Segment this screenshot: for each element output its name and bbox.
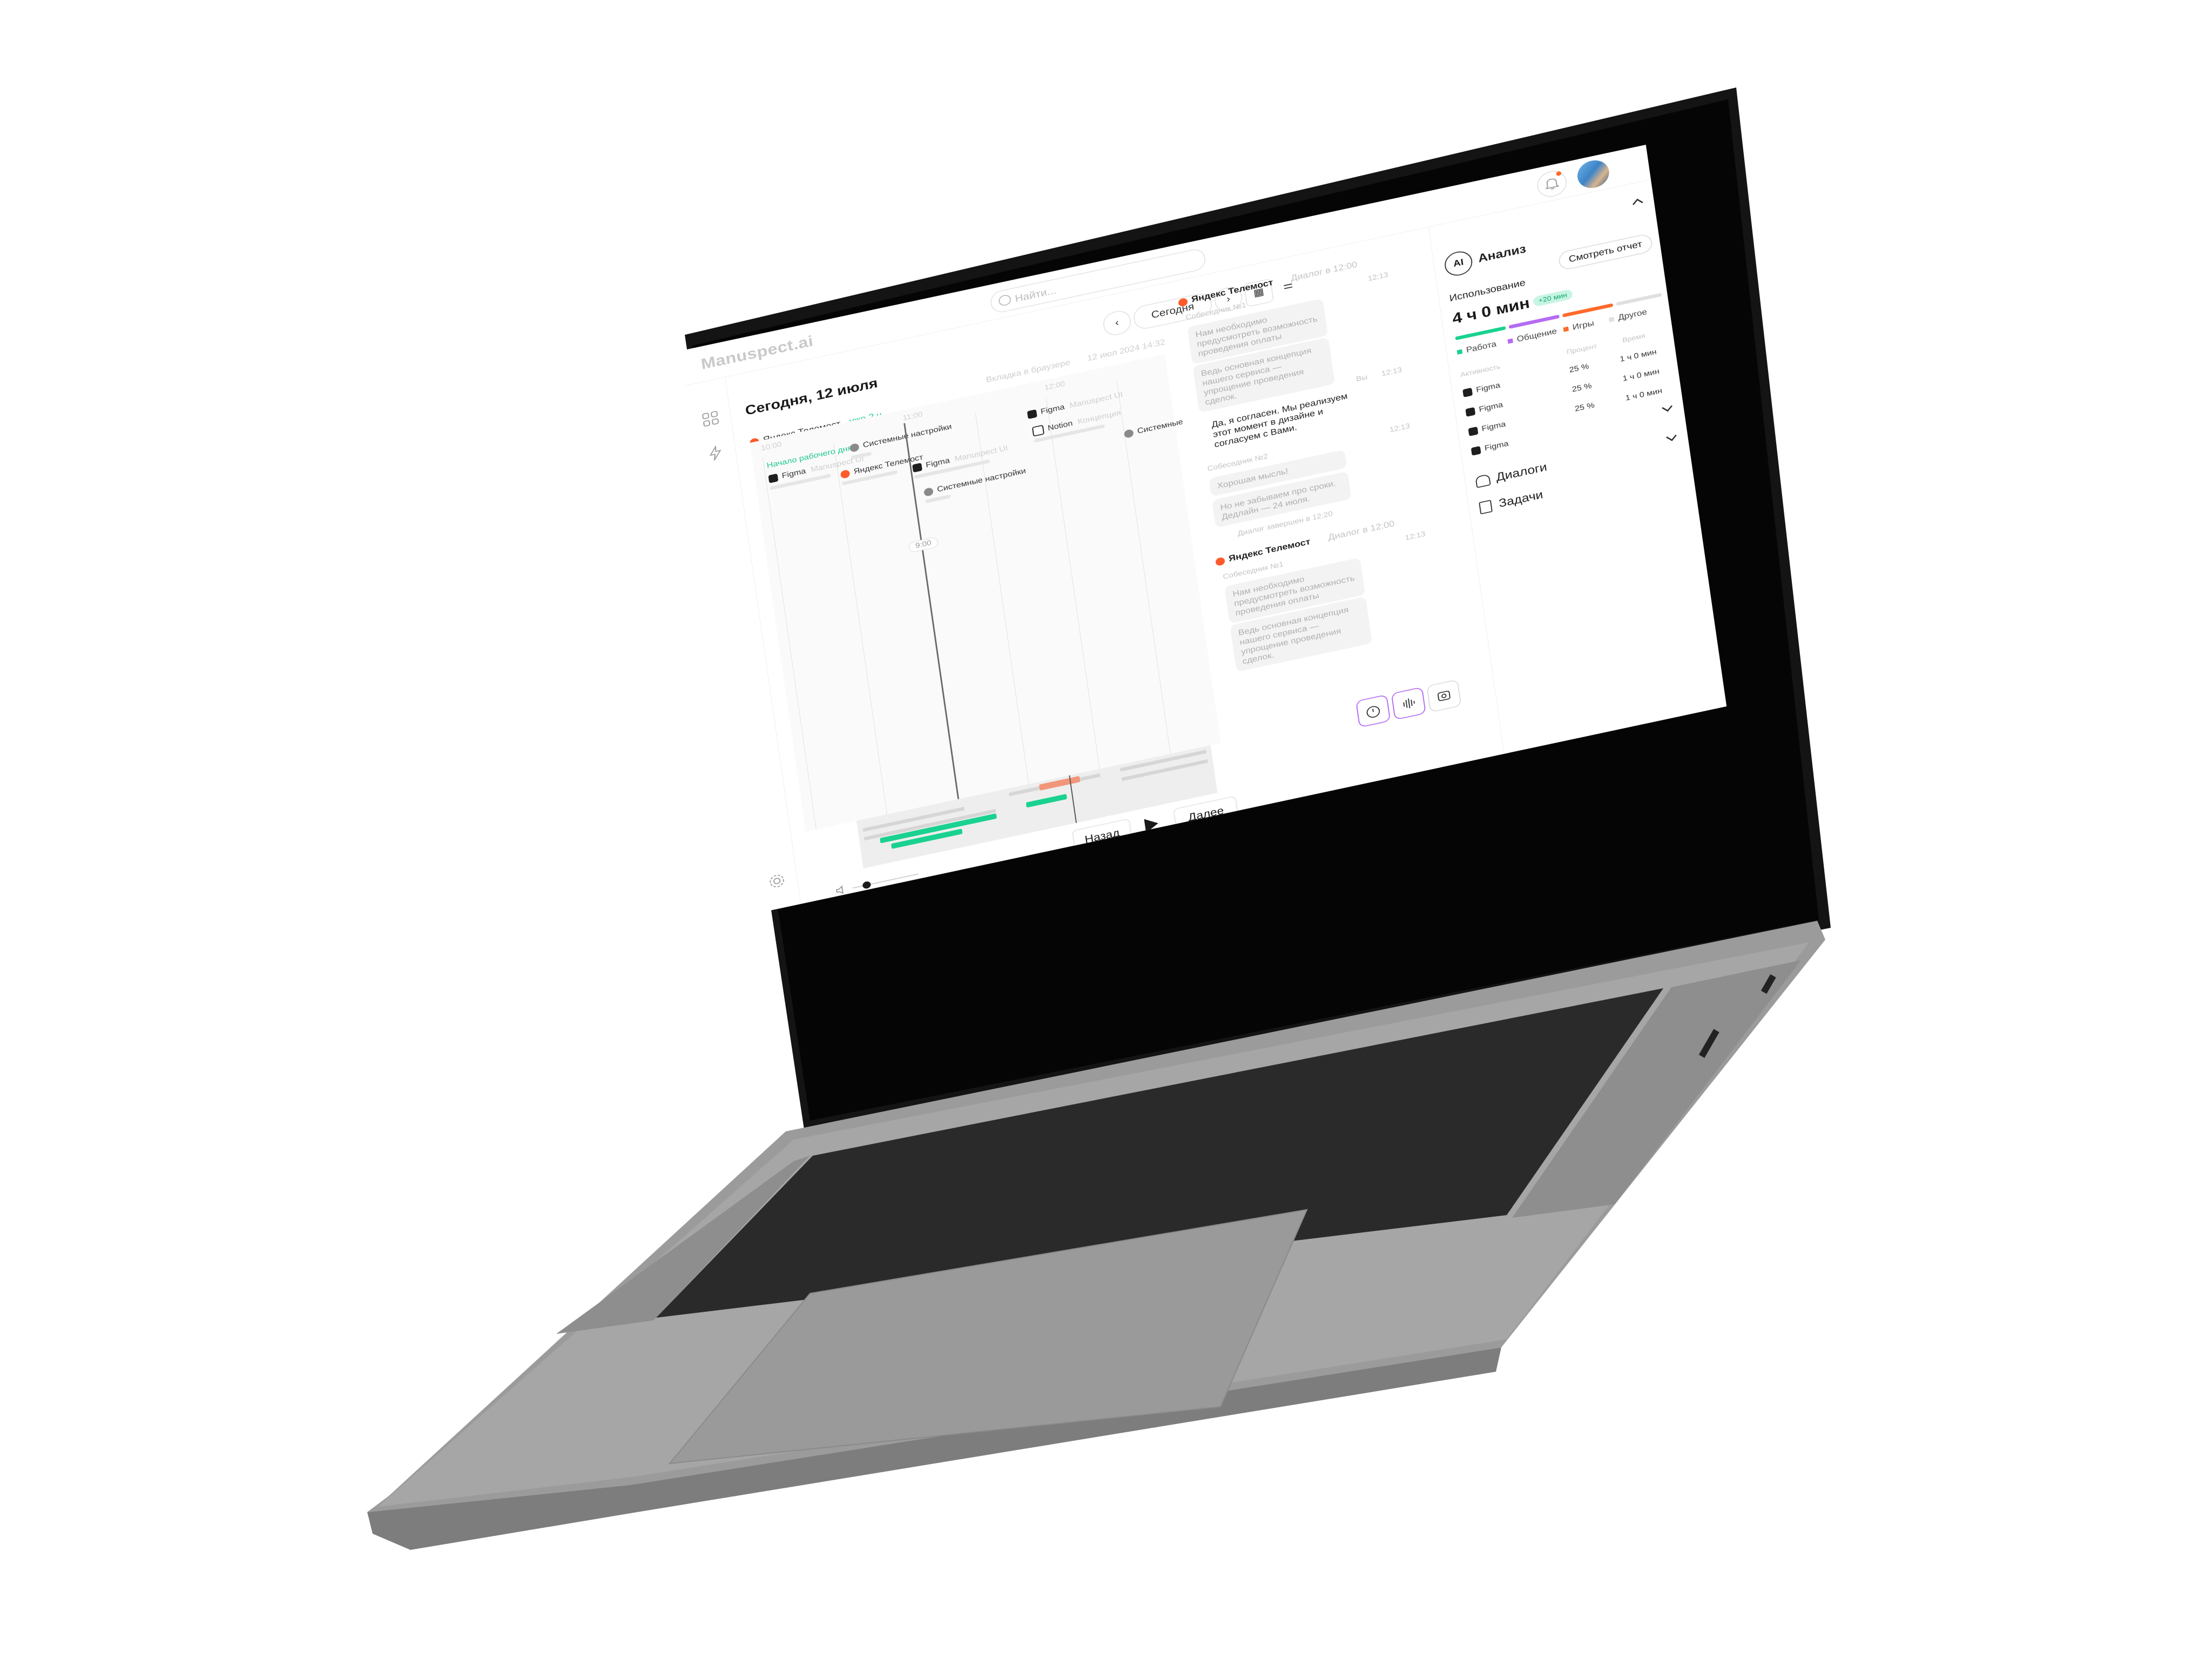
row-time: 1 ч 0 мин	[1619, 347, 1657, 363]
volume-knob[interactable]	[862, 880, 872, 889]
table-header: Время	[1622, 332, 1646, 345]
figma-icon	[1465, 407, 1476, 417]
notifications-button[interactable]	[1535, 168, 1569, 200]
yandex-telemost-icon	[1215, 556, 1225, 567]
usage-bar-games	[1562, 303, 1614, 318]
table-row[interactable]: Figma	[1471, 439, 1509, 456]
work-segment	[1026, 794, 1068, 808]
message-time: 12:13	[1367, 271, 1389, 283]
message-time: 12:13	[1381, 366, 1402, 378]
figma-icon	[1468, 426, 1479, 436]
yandex-telemost-icon	[840, 469, 851, 479]
avatar[interactable]	[1575, 157, 1611, 191]
grid-icon[interactable]	[701, 409, 720, 428]
waveform-icon	[1403, 698, 1415, 709]
stopwatch-icon	[1366, 706, 1380, 718]
expand-icon[interactable]	[1662, 402, 1673, 412]
timeline-item[interactable]: Системные настройки	[849, 422, 952, 453]
bell-icon	[1545, 178, 1560, 190]
dialogs-section[interactable]: Диалоги	[1475, 460, 1548, 489]
page-title: Сегодня, 12 июля	[744, 375, 879, 419]
legend-games: Игры	[1563, 319, 1595, 334]
usage-delta-badge: +20 мин	[1533, 288, 1573, 307]
figma-icon	[1471, 446, 1481, 456]
row-percent: 25 %	[1574, 401, 1595, 413]
dialog-header: Яндекс Телемост Диалог в 12:00	[1215, 519, 1395, 567]
figma-icon	[1462, 387, 1473, 397]
usage-bar-work	[1455, 326, 1506, 341]
message-time: 12:13	[1404, 530, 1426, 542]
camera-icon	[1437, 691, 1451, 702]
search-icon	[998, 294, 1012, 307]
search-placeholder: Найти...	[1014, 284, 1057, 305]
now-indicator	[903, 423, 960, 799]
timer-button[interactable]	[1355, 694, 1391, 728]
legend-work: Работа	[1456, 339, 1497, 356]
collapse-icon[interactable]	[1632, 198, 1643, 208]
panel-title: Анализ	[1477, 241, 1527, 265]
system-settings-icon	[923, 487, 934, 497]
row-time: 1 ч 0 мин	[1624, 386, 1663, 402]
clipboard-icon	[1479, 500, 1493, 515]
time-label: 10:00	[760, 440, 783, 453]
row-percent: 25 %	[1571, 381, 1593, 394]
figma-icon	[1027, 409, 1037, 419]
table-row[interactable]: Figma	[1465, 400, 1503, 417]
legend-talk: Общение	[1507, 326, 1557, 346]
table-header: Процент	[1566, 342, 1597, 356]
row-time: 1 ч 0 мин	[1622, 367, 1660, 383]
settings-gear-icon[interactable]	[767, 872, 787, 890]
legend-other: Другое	[1608, 307, 1648, 325]
notion-icon	[1031, 424, 1044, 437]
capture-button[interactable]	[1426, 679, 1462, 713]
prev-day-button[interactable]: ‹	[1102, 308, 1132, 338]
time-label: 12:00	[1044, 380, 1065, 392]
view-report-button[interactable]: Смотреть отчет	[1557, 233, 1654, 272]
table-row[interactable]: Figma	[1468, 420, 1506, 436]
figma-icon	[912, 462, 922, 473]
message-time: 12:13	[1389, 422, 1411, 434]
notification-dot	[1556, 171, 1562, 177]
table-row[interactable]: Figma	[1462, 381, 1501, 397]
timeline-item[interactable]: Системные	[1123, 417, 1184, 439]
speaker-name: Вы	[1355, 373, 1368, 383]
lightning-icon[interactable]	[706, 444, 725, 462]
audio-button[interactable]	[1391, 686, 1426, 720]
time-label: 11:00	[902, 410, 923, 422]
system-settings-icon	[1123, 428, 1134, 439]
tasks-section[interactable]: Задачи	[1479, 488, 1544, 515]
headphones-icon	[1475, 474, 1491, 488]
usage-bar-other	[1616, 293, 1662, 306]
table-header: Активность	[1460, 363, 1501, 379]
yandex-telemost-icon	[1177, 297, 1188, 307]
ai-badge: AI	[1443, 249, 1474, 278]
system-settings-icon	[849, 442, 860, 453]
expand-icon[interactable]	[1665, 431, 1677, 441]
figma-icon	[768, 473, 779, 483]
row-percent: 25 %	[1568, 362, 1590, 374]
